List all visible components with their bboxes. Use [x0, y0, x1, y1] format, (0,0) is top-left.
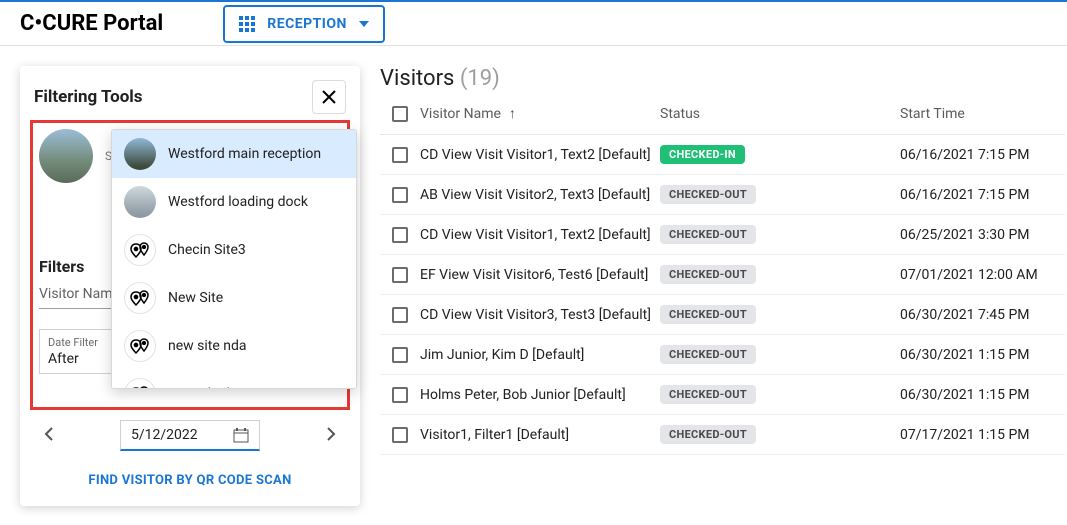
row-checkbox[interactable]: [392, 427, 408, 443]
row-checkbox[interactable]: [392, 267, 408, 283]
table-row[interactable]: AB View Visit Visitor2, Text3 [Default]C…: [380, 175, 1065, 215]
checkin-site-label: Westford main reception: [168, 146, 321, 162]
table-row[interactable]: Jim Junior, Kim D [Default]CHECKED-OUT 06…: [380, 335, 1065, 375]
map-pins-icon: [124, 234, 156, 266]
checkin-site-option[interactable]: Checin Site3: [112, 226, 356, 274]
start-time-cell: 06/30/2021 1:15 PM: [900, 387, 1065, 403]
visitor-name-cell: Holms Peter, Bob Junior [Default]: [420, 387, 660, 403]
visitor-name-cell: Jim Junior, Kim D [Default]: [420, 347, 660, 363]
visitors-table-header: Visitor Name ↑ Status Start Time: [380, 91, 1065, 135]
filter-panel-title: Filtering Tools: [34, 87, 143, 107]
map-pins-icon: [124, 282, 156, 314]
start-time-cell: 06/16/2021 7:15 PM: [900, 147, 1065, 163]
checkin-site-label: Westford loading dock: [168, 194, 308, 210]
table-row[interactable]: CD View Visit Visitor1, Text2 [Default]C…: [380, 135, 1065, 175]
table-row[interactable]: Holms Peter, Bob Junior [Default]CHECKED…: [380, 375, 1065, 415]
map-pins-icon: [124, 378, 156, 389]
chevron-right-icon: [326, 427, 336, 441]
table-row[interactable]: CD View Visit Visitor1, Text2 [Default]C…: [380, 215, 1065, 255]
visitor-name-cell: EF View Visit Visitor6, Test6 [Default]: [420, 267, 660, 283]
checkin-site-option[interactable]: Westford loading dock: [112, 178, 356, 226]
top-bar: C•CURE Portal RECEPTION: [0, 0, 1067, 46]
date-filter-label: Date Filter: [48, 336, 108, 349]
close-button[interactable]: [312, 80, 346, 114]
visitors-section: Visitors (19) Visitor Name ↑ Status Star…: [380, 66, 1067, 455]
search-date-value: 5/12/2022: [131, 427, 198, 443]
calendar-icon: [233, 427, 249, 443]
start-time-cell: 06/16/2021 7:15 PM: [900, 187, 1065, 203]
chevron-left-icon: [44, 427, 54, 441]
table-row[interactable]: EF View Visit Visitor6, Test6 [Default]C…: [380, 255, 1065, 295]
chevron-down-icon: [359, 21, 369, 27]
row-checkbox[interactable]: [392, 227, 408, 243]
find-by-qr-link[interactable]: FIND VISITOR BY QR CODE SCAN: [34, 473, 346, 488]
row-checkbox[interactable]: [392, 147, 408, 163]
site-avatar: [39, 129, 93, 183]
visitor-name-cell: CD View Visit Visitor1, Text2 [Default]: [420, 227, 660, 243]
map-pins-icon: [124, 330, 156, 362]
select-all-checkbox[interactable]: [392, 106, 408, 122]
start-time-cell: 06/30/2021 1:15 PM: [900, 347, 1065, 363]
col-header-status[interactable]: Status: [660, 106, 900, 122]
col-header-time[interactable]: Start Time: [900, 106, 1065, 122]
start-time-cell: 07/17/2021 1:15 PM: [900, 427, 1065, 443]
status-badge: CHECKED-OUT: [660, 305, 756, 324]
app-title: C•CURE Portal: [20, 11, 163, 36]
date-prev-button[interactable]: [34, 425, 64, 446]
status-badge: CHECKED-OUT: [660, 425, 756, 444]
apps-grid-icon: [239, 16, 255, 32]
row-checkbox[interactable]: [392, 387, 408, 403]
table-row[interactable]: CD View Visit Visitor3, Test3 [Default]C…: [380, 295, 1065, 335]
row-checkbox[interactable]: [392, 347, 408, 363]
mode-dropdown[interactable]: RECEPTION: [223, 5, 385, 43]
status-badge: CHECKED-OUT: [660, 225, 756, 244]
visitors-title: Visitors (19): [380, 66, 1065, 91]
row-checkbox[interactable]: [392, 307, 408, 323]
status-badge: CHECKED-OUT: [660, 185, 756, 204]
checkin-site-dropdown[interactable]: Westford main reception Westford loading …: [111, 129, 357, 389]
visitor-name-cell: AB View Visit Visitor2, Text3 [Default]: [420, 187, 660, 203]
start-time-cell: 06/30/2021 7:45 PM: [900, 307, 1065, 323]
start-time-cell: 06/25/2021 3:30 PM: [900, 227, 1065, 243]
date-filter-type[interactable]: Date Filter After: [39, 329, 117, 374]
checkin-site-option[interactable]: test nda document: [112, 370, 356, 389]
date-filter-value: After: [48, 351, 108, 367]
visitor-name-cell: CD View Visit Visitor3, Test3 [Default]: [420, 307, 660, 323]
visitor-name-filter[interactable]: Visitor Name: [39, 286, 117, 309]
visitors-count: (19): [460, 66, 500, 91]
checkin-site-option[interactable]: New Site: [112, 274, 356, 322]
status-badge: CHECKED-IN: [660, 145, 745, 164]
site-thumb-icon: [124, 186, 156, 218]
row-checkbox[interactable]: [392, 187, 408, 203]
checkin-site-label: test nda document: [168, 386, 285, 389]
search-date-input[interactable]: 5/12/2022: [120, 420, 260, 451]
table-row[interactable]: Visitor1, Filter1 [Default]CHECKED-OUT 07…: [380, 415, 1065, 455]
checkin-site-label: New Site: [168, 290, 223, 306]
checkin-site-label: new site nda: [168, 338, 247, 354]
mode-label: RECEPTION: [267, 16, 347, 32]
date-next-button[interactable]: [316, 425, 346, 446]
checkin-site-option[interactable]: new site nda: [112, 322, 356, 370]
site-thumb-icon: [124, 138, 156, 170]
checkin-site-label: Checin Site3: [168, 242, 246, 258]
status-badge: CHECKED-OUT: [660, 385, 756, 404]
filter-panel: Filtering Tools Select a checkin site Fi…: [20, 66, 360, 506]
col-header-name[interactable]: Visitor Name: [420, 106, 501, 122]
visitor-name-cell: CD View Visit Visitor1, Text2 [Default]: [420, 147, 660, 163]
site-picker-area: Select a checkin site Filters Visitor Na…: [30, 120, 350, 410]
visitor-name-cell: Visitor1, Filter1 [Default]: [420, 427, 660, 443]
sort-asc-icon[interactable]: ↑: [509, 105, 516, 122]
status-badge: CHECKED-OUT: [660, 345, 756, 364]
close-icon: [321, 89, 337, 105]
checkin-site-option[interactable]: Westford main reception: [112, 130, 356, 178]
status-badge: CHECKED-OUT: [660, 265, 756, 284]
start-time-cell: 07/01/2021 12:00 AM: [900, 267, 1065, 283]
